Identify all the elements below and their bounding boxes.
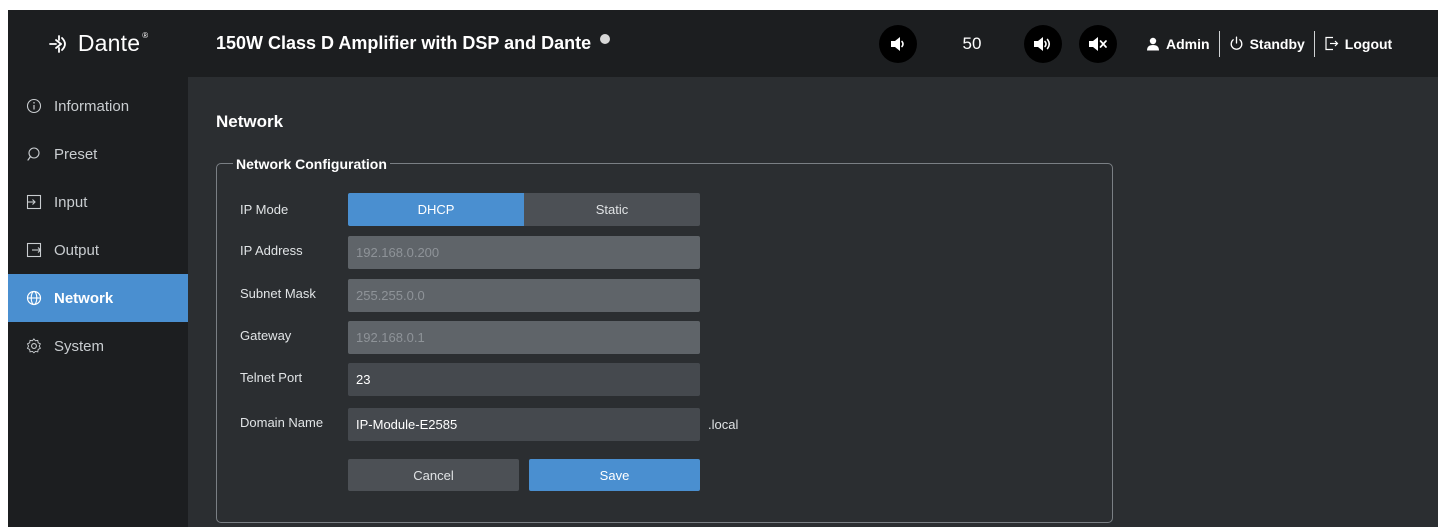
divider	[1313, 30, 1315, 57]
gateway-label: Gateway	[240, 328, 292, 343]
gear-icon	[26, 338, 41, 354]
telnet-port-label: Telnet Port	[240, 370, 303, 385]
mute-icon	[1089, 37, 1107, 51]
output-icon	[26, 242, 42, 258]
dante-logo-icon	[48, 34, 66, 53]
sidebar-item-output[interactable]: Output	[8, 226, 188, 274]
account-controls: Admin Standby Logout	[1146, 10, 1392, 77]
subnet-mask-label: Subnet Mask	[240, 286, 316, 301]
ip-mode-label: IP Mode	[240, 202, 289, 217]
sidebar-item-system[interactable]: System	[8, 322, 188, 370]
logo-text: Dante	[77, 30, 141, 56]
admin-label: Admin	[1166, 35, 1210, 52]
top-bar: Dante ® 150W Class D Amplifier with DSP …	[8, 10, 1438, 77]
standby-label: Standby	[1249, 35, 1305, 52]
domain-name-field[interactable]	[348, 408, 700, 441]
app-title: 150W Class D Amplifier with DSP and Dant…	[216, 10, 611, 77]
power-icon	[1230, 36, 1242, 50]
divider	[1218, 30, 1220, 57]
admin-user[interactable]: Admin	[1146, 36, 1210, 52]
subnet-mask-field[interactable]	[348, 279, 700, 312]
mute-button[interactable]	[1079, 25, 1117, 63]
ip-mode-toggle: DHCP Static	[348, 193, 700, 226]
domain-suffix: .local	[708, 417, 739, 432]
sidebar-item-input[interactable]: Input	[8, 178, 188, 226]
ip-address-label: IP Address	[240, 243, 303, 258]
sidebar-item-network[interactable]: Network	[8, 274, 188, 322]
volume-down-icon	[891, 37, 904, 51]
status-dot-icon	[600, 34, 611, 44]
sidebar-item-label: Information	[54, 97, 130, 115]
sidebar-item-preset[interactable]: Preset	[8, 130, 188, 178]
sidebar-item-label: Input	[54, 193, 88, 211]
preset-icon	[27, 147, 40, 161]
dhcp-option[interactable]: DHCP	[348, 193, 524, 226]
user-icon	[1147, 37, 1159, 50]
section-title: Network Configuration	[233, 156, 390, 172]
globe-icon	[26, 290, 42, 306]
info-icon	[26, 98, 42, 114]
logout-icon	[1325, 36, 1339, 51]
sidebar-item-label: System	[54, 337, 105, 355]
volume-up-icon	[1034, 37, 1051, 51]
sidebar-item-information[interactable]: Information	[8, 82, 188, 130]
dante-logo: Dante ®	[8, 10, 188, 77]
input-icon	[26, 194, 42, 210]
domain-name-label: Domain Name	[240, 415, 324, 430]
volume-down-button[interactable]	[879, 25, 917, 63]
static-option[interactable]: Static	[524, 193, 700, 226]
sidebar-item-label: Network	[54, 289, 114, 307]
save-button[interactable]: Save	[529, 459, 700, 491]
page-title: Network	[216, 112, 284, 131]
standby-button[interactable]: Standby	[1229, 36, 1305, 52]
app-window: Dante ® 150W Class D Amplifier with DSP …	[8, 10, 1438, 527]
ip-address-field[interactable]	[348, 236, 700, 269]
volume-value: 50	[962, 34, 982, 53]
logout-label: Logout	[1344, 35, 1393, 52]
cancel-button[interactable]: Cancel	[348, 459, 519, 491]
telnet-port-field[interactable]	[348, 363, 700, 396]
sidebar-item-label: Preset	[54, 145, 98, 163]
gateway-field[interactable]	[348, 321, 700, 354]
volume-up-button[interactable]	[1024, 25, 1062, 63]
logo-trademark: ®	[142, 31, 149, 40]
sidebar-item-label: Output	[54, 241, 100, 259]
app-title-text: 150W Class D Amplifier with DSP and Dant…	[216, 33, 592, 53]
logout-button[interactable]: Logout	[1324, 36, 1392, 52]
